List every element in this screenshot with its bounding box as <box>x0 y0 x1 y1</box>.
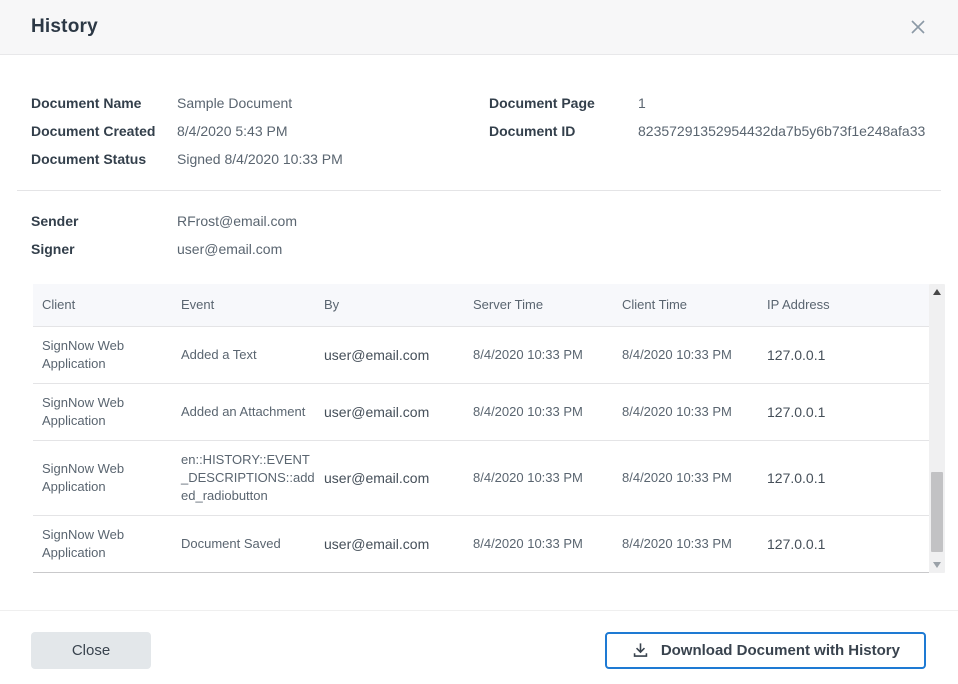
document-info-section: Document Name Sample Document Document C… <box>31 89 940 173</box>
table-header-row: Client Event By Server Time Client Time … <box>33 284 929 326</box>
info-value: Signed 8/4/2020 10:33 PM <box>177 145 343 173</box>
cell-client: SignNow Web Application <box>42 384 181 440</box>
cell-server-time: 8/4/2020 10:33 PM <box>473 393 622 431</box>
parties-section: Sender RFrost@email.com Signer user@emai… <box>31 207 940 263</box>
cell-event: en::HISTORY::EVENT_DESCRIPTIONS::added_r… <box>181 441 324 515</box>
cell-by: user@email.com <box>324 525 473 563</box>
info-value: 82357291352954432da7b5y6b73f1e248afa33 <box>638 117 925 145</box>
cell-by: user@email.com <box>324 336 473 374</box>
info-value: user@email.com <box>177 235 282 263</box>
cell-server-time: 8/4/2020 10:33 PM <box>473 336 622 374</box>
cell-event: Added a Text <box>181 336 324 374</box>
cell-client: SignNow Web Application <box>42 450 181 506</box>
scrollbar-down-icon[interactable] <box>933 562 941 568</box>
download-icon <box>631 641 650 660</box>
cell-server-time: 8/4/2020 10:33 PM <box>473 525 622 563</box>
cell-client-time: 8/4/2020 10:33 PM <box>622 525 767 563</box>
info-label: Document Status <box>31 145 177 173</box>
info-value: Sample Document <box>177 89 292 117</box>
modal-header: History <box>0 0 958 55</box>
document-info-left-column: Document Name Sample Document Document C… <box>31 89 489 173</box>
table-row: SignNow Web Application Document Saved u… <box>33 515 929 572</box>
info-label: Document Created <box>31 117 177 145</box>
info-label: Document Page <box>489 89 638 117</box>
history-table: Client Event By Server Time Client Time … <box>33 284 945 573</box>
info-row-document-status: Document Status Signed 8/4/2020 10:33 PM <box>31 145 489 173</box>
cell-event: Document Saved <box>181 525 324 563</box>
footer-divider <box>0 610 958 611</box>
column-header-ip-address: IP Address <box>767 296 929 314</box>
info-row-signer: Signer user@email.com <box>31 235 940 263</box>
table-row: SignNow Web Application Added a Text use… <box>33 326 929 383</box>
cell-client: SignNow Web Application <box>42 327 181 383</box>
info-row-sender: Sender RFrost@email.com <box>31 207 940 235</box>
column-header-event: Event <box>181 296 324 314</box>
info-row-document-id: Document ID 82357291352954432da7b5y6b73f… <box>489 117 940 145</box>
modal-footer: Close Download Document with History <box>0 632 958 669</box>
cell-client: SignNow Web Application <box>42 516 181 572</box>
download-document-with-history-button[interactable]: Download Document with History <box>605 632 926 669</box>
info-row-document-name: Document Name Sample Document <box>31 89 489 117</box>
table-body: SignNow Web Application Added a Text use… <box>33 326 929 573</box>
info-label: Document ID <box>489 117 638 145</box>
column-header-by: By <box>324 296 473 314</box>
cell-client-time: 8/4/2020 10:33 PM <box>622 459 767 497</box>
table-scrollbar[interactable] <box>929 284 945 573</box>
close-icon[interactable] <box>906 15 930 39</box>
history-modal: History Document Name Sample Document Do… <box>0 0 958 684</box>
info-label: Document Name <box>31 89 177 117</box>
cell-ip-address: 127.0.0.1 <box>767 393 929 431</box>
page-title: History <box>31 16 98 38</box>
cell-ip-address: 127.0.0.1 <box>767 525 929 563</box>
cell-by: user@email.com <box>324 459 473 497</box>
document-info-right-column: Document Page 1 Document ID 823572913529… <box>489 89 940 173</box>
cell-ip-address: 127.0.0.1 <box>767 459 929 497</box>
info-value: 8/4/2020 5:43 PM <box>177 117 288 145</box>
cell-event: Added an Attachment <box>181 393 324 431</box>
history-table-main: Client Event By Server Time Client Time … <box>33 284 929 573</box>
download-button-label: Download Document with History <box>661 642 900 659</box>
scrollbar-up-icon[interactable] <box>933 289 941 295</box>
table-row: SignNow Web Application Added an Attachm… <box>33 383 929 440</box>
cell-ip-address: 127.0.0.1 <box>767 336 929 374</box>
cell-client-time: 8/4/2020 10:33 PM <box>622 336 767 374</box>
cell-server-time: 8/4/2020 10:33 PM <box>473 459 622 497</box>
cell-client-time: 8/4/2020 10:33 PM <box>622 393 767 431</box>
info-value: 1 <box>638 89 646 117</box>
section-divider <box>17 190 941 191</box>
column-header-client: Client <box>42 296 181 314</box>
close-button[interactable]: Close <box>31 632 151 669</box>
column-header-client-time: Client Time <box>622 296 767 314</box>
info-label: Sender <box>31 207 177 235</box>
info-row-document-page: Document Page 1 <box>489 89 940 117</box>
table-row: SignNow Web Application en::HISTORY::EVE… <box>33 440 929 515</box>
column-header-server-time: Server Time <box>473 296 622 314</box>
info-label: Signer <box>31 235 177 263</box>
cell-by: user@email.com <box>324 393 473 431</box>
info-row-document-created: Document Created 8/4/2020 5:43 PM <box>31 117 489 145</box>
info-value: RFrost@email.com <box>177 207 297 235</box>
scrollbar-thumb[interactable] <box>931 472 943 552</box>
